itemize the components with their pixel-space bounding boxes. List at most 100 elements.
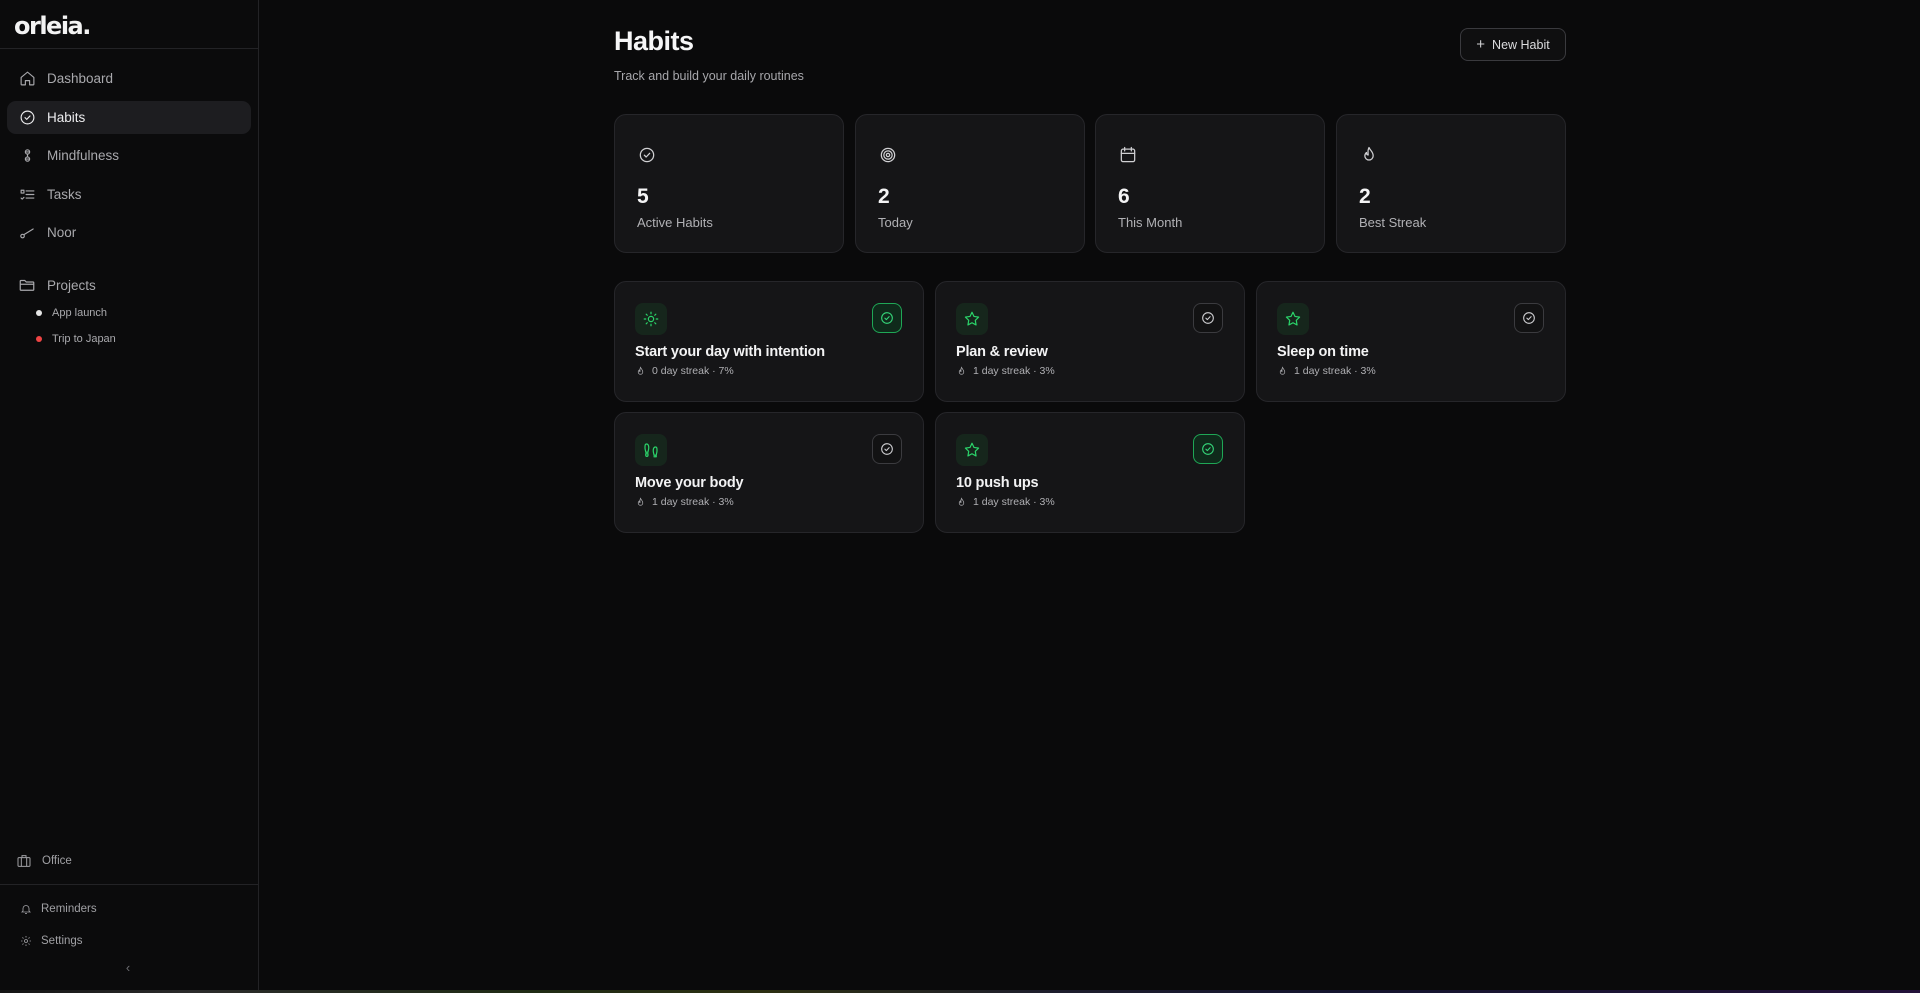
project-item-trip-to-japan[interactable]: Trip to Japan (0, 326, 258, 352)
settings-label: Settings (41, 935, 83, 947)
projects-header[interactable]: Projects (7, 270, 251, 300)
check-circle-icon (1202, 443, 1214, 455)
check-circle-icon (18, 108, 36, 126)
habit-card[interactable]: Sleep on time 1 day streak · 3% (1256, 281, 1566, 402)
plus-icon: + (1476, 36, 1486, 53)
star-icon (956, 434, 988, 466)
footprints-icon (635, 434, 667, 466)
project-label: App launch (52, 307, 108, 319)
stat-value: 2 (878, 185, 890, 208)
target-icon (878, 145, 898, 165)
check-circle-icon (881, 443, 893, 455)
habit-meta: 1 day streak · 3% (956, 496, 1055, 508)
habit-complete-toggle[interactable] (1193, 434, 1223, 464)
stat-value: 6 (1118, 185, 1130, 208)
brand-logo[interactable]: orleia. (0, 0, 258, 49)
stat-card-best-streak: 2 Best Streak (1336, 114, 1566, 253)
habit-title: Plan & review (956, 344, 1048, 360)
habit-meta: 1 day streak · 3% (956, 365, 1055, 377)
habit-meta: 1 day streak · 3% (1277, 365, 1376, 377)
sidebar-item-label: Noor (47, 225, 77, 240)
collapse-sidebar-button[interactable]: ‹ (120, 960, 136, 976)
stat-label: Today (878, 215, 913, 230)
sidebar-item-tasks[interactable]: Tasks (7, 178, 251, 211)
workspace-switcher-office[interactable]: Office (7, 849, 81, 873)
stat-value: 5 (637, 185, 649, 208)
project-item-app-launch[interactable]: App launch (0, 300, 258, 326)
office-label: Office (42, 855, 72, 867)
stat-card-this-month: 6 This Month (1095, 114, 1325, 253)
project-label: Trip to Japan (52, 333, 116, 345)
habit-title: Start your day with intention (635, 344, 825, 360)
wand-icon (18, 224, 36, 242)
briefcase-icon (17, 855, 31, 867)
stat-label: Best Streak (1359, 215, 1427, 230)
stat-card-active-habits: 5 Active Habits (614, 114, 844, 253)
habit-card[interactable]: Start your day with intention 0 day stre… (614, 281, 924, 402)
stat-label: This Month (1118, 215, 1183, 230)
project-color-dot (36, 336, 42, 342)
lotus-icon (18, 147, 36, 165)
sidebar-item-dashboard[interactable]: Dashboard (7, 62, 251, 95)
calendar-icon (1118, 145, 1138, 165)
stat-value: 2 (1359, 185, 1371, 208)
habit-complete-toggle[interactable] (1514, 303, 1544, 333)
sidebar-item-habits[interactable]: Habits (7, 100, 251, 134)
star-icon (956, 303, 988, 335)
projects-label: Projects (47, 277, 96, 293)
flame-icon (958, 496, 965, 506)
habit-title: 10 push ups (956, 475, 1039, 491)
new-habit-label: New Habit (1492, 37, 1550, 52)
sidebar-divider (0, 884, 259, 885)
gear-icon (21, 936, 31, 946)
sidebar-item-mindfulness[interactable]: Mindfulness (7, 139, 251, 172)
habit-streak-text: 1 day streak · 3% (1294, 365, 1376, 377)
habit-title: Sleep on time (1277, 344, 1369, 360)
sidebar-item-label: Mindfulness (47, 148, 120, 163)
stat-card-today: 2 Today (855, 114, 1085, 253)
habit-card[interactable]: Move your body 1 day streak · 3% (614, 412, 924, 533)
check-circle-icon (881, 312, 893, 324)
home-icon (18, 70, 36, 88)
project-color-dot (36, 310, 42, 316)
sun-icon (635, 303, 667, 335)
check-circle-icon (637, 145, 657, 165)
flame-icon (1279, 365, 1286, 375)
sidebar-item-noor[interactable]: Noor (7, 216, 251, 249)
sidebar-item-label: Dashboard (47, 71, 114, 86)
folder-icon (19, 279, 35, 291)
habit-streak-text: 1 day streak · 3% (973, 496, 1055, 508)
habit-streak-text: 1 day streak · 3% (652, 496, 734, 508)
sidebar: orleia. Dashboard Habits Mindfulness Tas… (0, 0, 259, 993)
check-circle-icon (1202, 312, 1214, 324)
check-circle-icon (1523, 312, 1535, 324)
page-title: Habits (614, 26, 694, 56)
habit-title: Move your body (635, 475, 744, 491)
sidebar-item-settings[interactable]: Settings (7, 930, 96, 952)
flame-icon (637, 496, 644, 506)
habit-card[interactable]: 10 push ups 1 day streak · 3% (935, 412, 1245, 533)
sidebar-item-label: Habits (47, 109, 86, 125)
habit-meta: 0 day streak · 7% (635, 365, 734, 377)
stat-label: Active Habits (637, 215, 713, 230)
flame-icon (637, 365, 644, 375)
flame-icon (1359, 145, 1379, 165)
habit-card[interactable]: Plan & review 1 day streak · 3% (935, 281, 1245, 402)
bell-icon (20, 905, 32, 914)
sidebar-nav: Dashboard Habits Mindfulness Tasks Noor (0, 49, 258, 249)
page-subtitle: Track and build your daily routines (614, 69, 804, 83)
sidebar-item-reminders[interactable]: Reminders (7, 898, 110, 920)
habit-complete-toggle[interactable] (1193, 303, 1223, 333)
flame-icon (958, 365, 965, 375)
star-icon (1277, 303, 1309, 335)
habit-complete-toggle[interactable] (872, 303, 902, 333)
reminders-label: Reminders (41, 903, 97, 915)
sidebar-item-label: Tasks (47, 186, 82, 202)
app-root: orleia. Dashboard Habits Mindfulness Tas… (0, 0, 1920, 993)
habit-streak-text: 0 day streak · 7% (652, 365, 734, 377)
new-habit-button[interactable]: + New Habit (1460, 28, 1566, 61)
habit-meta: 1 day streak · 3% (635, 496, 734, 508)
habit-streak-text: 1 day streak · 3% (973, 365, 1055, 377)
habit-complete-toggle[interactable] (872, 434, 902, 464)
list-icon (18, 185, 36, 203)
